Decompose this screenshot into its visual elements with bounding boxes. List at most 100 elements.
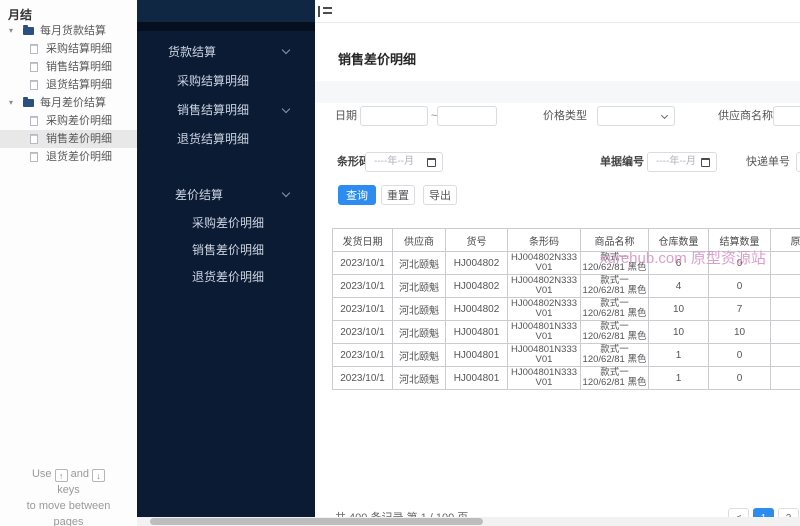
hint-line-2: keys — [57, 484, 80, 496]
page-title: 销售差价明细 — [338, 52, 417, 67]
folder-icon — [23, 97, 34, 107]
chevron-down-icon — [281, 45, 291, 55]
tree-item-label: 每月差价结算 — [40, 97, 106, 109]
barcode-month-input[interactable]: ----年--月 — [365, 152, 443, 172]
nav-item-3[interactable]: 销售结算明细 — [137, 96, 315, 125]
nav-header-divider — [137, 22, 315, 31]
nav-item-4[interactable]: 退货结算明细 — [137, 125, 315, 154]
table-header-cell: 结算数量 — [709, 229, 771, 252]
tree-item-6[interactable]: 采购差价明细 — [0, 112, 137, 130]
table-cell: 4 — [649, 275, 709, 298]
supplier-name-input[interactable] — [773, 106, 800, 126]
tree-item-label: 采购差价明细 — [46, 115, 112, 127]
doc-no-month-input[interactable]: ----年--月 — [647, 152, 717, 172]
table-cell — [771, 298, 800, 321]
hint-line-4: pages — [53, 516, 84, 526]
table-header-cell: 发货日期 — [333, 229, 393, 252]
pages-sidebar: 月结 ▾ 每月货款结算 采购结算明细 销售结算明细 退货结算明细 ▾ 每月差价结算 采购差价明… — [0, 0, 137, 526]
table-cell: 河北颐魁 — [393, 344, 446, 367]
table-cell: 1 — [649, 367, 709, 390]
nav-item-7[interactable]: 销售差价明细 — [137, 237, 315, 264]
hint-line-3: to move between — [26, 500, 111, 512]
table-cell: HJ004801 — [446, 367, 508, 390]
main-content: 销售差价明细 日期 ~ 价格类型 供应商名称 条形码 ----年--月 单据编号… — [315, 0, 800, 526]
table-cell: HJ004802 — [446, 298, 508, 321]
export-button[interactable]: 导出 — [423, 185, 457, 205]
table-cell: 0 — [709, 344, 771, 367]
date-from-input[interactable] — [360, 106, 428, 126]
horizontal-scrollbar-thumb[interactable] — [150, 518, 483, 525]
file-icon — [30, 152, 38, 162]
table-header-cell: 供应商 — [393, 229, 446, 252]
tree-item-3[interactable]: 销售结算明细 — [0, 58, 137, 76]
table-cell: HJ004802 — [446, 252, 508, 275]
keyboard-hint: Use ↑ and ↓ keys to move between pages — [0, 466, 137, 526]
chevron-down-icon — [281, 104, 291, 113]
calendar-icon[interactable] — [427, 158, 436, 167]
nav-item-1[interactable]: 货款结算 — [137, 37, 315, 67]
main-nav: 货款结算 采购结算明细 销售结算明细 退货结算明细 差价结算 采购差价明细 销售差价明细 退货… — [137, 0, 315, 526]
table-cell: HJ004802 — [446, 275, 508, 298]
tree-item-8[interactable]: 退货差价明细 — [0, 148, 137, 166]
tree-item-2[interactable]: 采购结算明细 — [0, 40, 137, 58]
pages-tree: ▾ 每月货款结算采购结算明细 销售结算明细 退货结算明细 ▾ 每月差价结算采购差价明细销售… — [0, 22, 137, 166]
express-month-input[interactable]: ----年--月 — [796, 152, 800, 172]
table-header-cell: 原结 — [771, 229, 800, 252]
table-cell: 河北颐魁 — [393, 367, 446, 390]
tree-item-label: 销售结算明细 — [46, 61, 112, 73]
tree-expand-icon[interactable]: ▾ — [9, 22, 13, 40]
table-cell — [771, 275, 800, 298]
nav-item-2[interactable]: 采购结算明细 — [137, 67, 315, 96]
hint-word-use: Use — [31, 468, 52, 480]
reset-button[interactable]: 重置 — [381, 185, 415, 205]
table-cell: 0 — [709, 252, 771, 275]
nav-item-5[interactable]: 差价结算 — [137, 180, 315, 210]
tree-item-label: 退货结算明细 — [46, 79, 112, 91]
table-cell — [771, 252, 800, 275]
tree-item-7[interactable]: 销售差价明细 — [0, 130, 137, 148]
query-button[interactable]: 查询 — [338, 185, 376, 205]
doc-no-label: 单据编号 — [600, 156, 644, 168]
table-cell: 0 — [709, 367, 771, 390]
table-cell: 2023/10/1 — [333, 298, 393, 321]
table-cell: 款式一 120/62/81 黑色 — [581, 252, 649, 275]
table-cell: 河北颐魁 — [393, 298, 446, 321]
horizontal-scrollbar-track[interactable] — [137, 517, 800, 526]
nav-item-8[interactable]: 退货差价明细 — [137, 264, 315, 291]
tree-item-4[interactable]: 退货结算明细 — [0, 76, 137, 94]
hint-line-1: Use ↑ and ↓ — [0, 466, 137, 482]
nav-header — [137, 0, 315, 22]
table-row: 2023/10/1 河北颐魁 HJ004801 HJ004801N333 V01 款式一 1… — [333, 344, 800, 367]
table-cell: 1 — [649, 344, 709, 367]
date-to-input[interactable] — [437, 106, 497, 126]
table-cell: HJ004802N333 V01 — [508, 298, 581, 321]
file-icon — [30, 44, 38, 54]
results-table: 发货日期供应商货号条形码商品名称仓库数量结算数量原结2023/10/1河北颐魁H… — [332, 228, 800, 390]
price-type-select[interactable] — [597, 106, 675, 126]
table-cell: 款式一 120/62/81 黑色 — [581, 321, 649, 344]
table-cell: HJ004801 — [446, 321, 508, 344]
month-placeholder: ----年--月 — [656, 156, 696, 167]
supplier-name-label: 供应商名称 — [718, 110, 773, 122]
file-icon — [30, 116, 38, 126]
file-icon — [30, 62, 38, 72]
table-cell: 2023/10/1 — [333, 252, 393, 275]
tree-item-1[interactable]: ▾ 每月货款结算 — [0, 22, 137, 40]
table-cell: 10 — [649, 298, 709, 321]
table-row: 2023/10/1 河北颐魁 HJ004802 HJ004802N333 V01 款式一 1… — [333, 252, 800, 275]
table-cell: 河北颐魁 — [393, 275, 446, 298]
calendar-icon[interactable] — [701, 158, 710, 167]
nav-item-6[interactable]: 采购差价明细 — [137, 210, 315, 237]
collapse-menu-icon[interactable] — [318, 6, 332, 17]
content-topbar — [315, 0, 800, 23]
month-placeholder: ----年--月 — [374, 156, 414, 167]
tree-item-5[interactable]: ▾ 每月差价结算 — [0, 94, 137, 112]
table-cell: 款式一 120/62/81 黑色 — [581, 344, 649, 367]
tree-expand-icon[interactable]: ▾ — [9, 94, 13, 112]
hint-word-and: and — [70, 468, 89, 480]
file-icon — [30, 134, 38, 144]
table-cell: HJ004801 — [446, 344, 508, 367]
tree-item-label: 采购结算明细 — [46, 43, 112, 55]
table-header-cell: 货号 — [446, 229, 508, 252]
table-cell: HJ004801N333 V01 — [508, 321, 581, 344]
